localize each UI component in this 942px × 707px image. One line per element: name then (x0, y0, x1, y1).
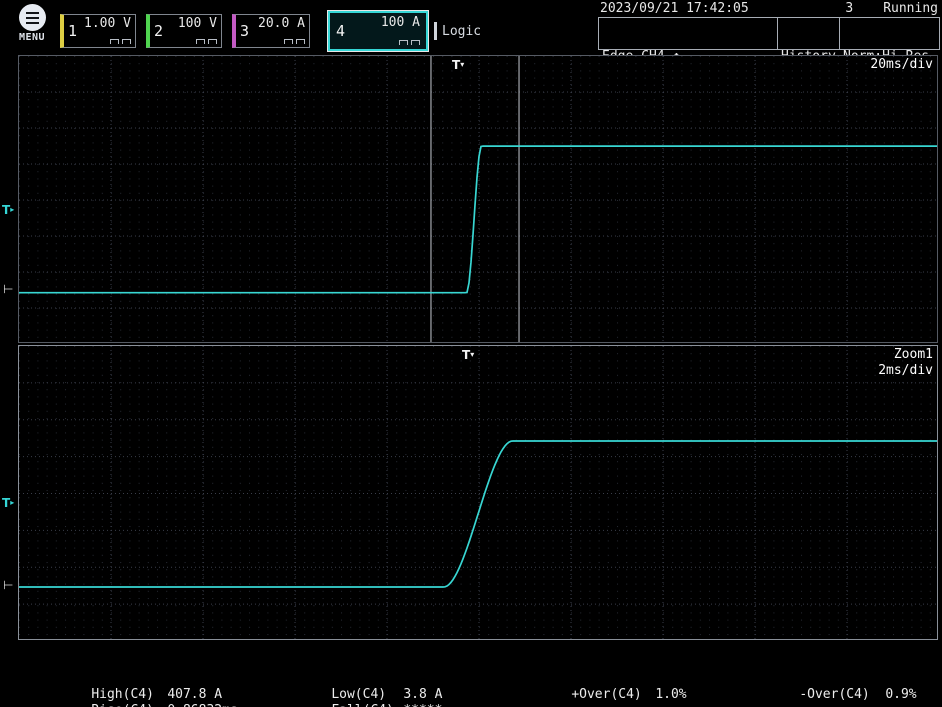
channel-2-number: 2 (154, 22, 163, 40)
zoom-trigger-level-marker[interactable]: T▸ (2, 494, 14, 510)
record-settings[interactable]: Norm:Hi-Res 12.5MS/s (839, 18, 939, 49)
channel-3-badge[interactable]: 3 20.0 A (232, 14, 310, 48)
main-ground-marker[interactable]: ⊥ (2, 284, 14, 294)
measurement-rise: Rise(C4)0.86832ms (60, 688, 238, 707)
zoom-title-label: Zoom1 (894, 347, 933, 362)
logic-label: Logic (442, 24, 481, 39)
channel-2-badge[interactable]: 2 100 V (146, 14, 222, 48)
coupling-icon (196, 39, 205, 44)
channel-4-number: 4 (336, 22, 345, 40)
measurement-value: 0.86832ms (167, 703, 237, 707)
acq-count: 3 (845, 1, 853, 16)
channel-3-number: 3 (240, 22, 249, 40)
channel-1-scale: 1.00 V (84, 16, 131, 31)
coupling-icon (208, 39, 217, 44)
channel-4-badge[interactable]: 4 100 A (328, 11, 428, 51)
zoom-waveform-svg (19, 346, 938, 640)
datetime: 2023/09/21 17:42:05 (600, 1, 749, 16)
channel-2-scale: 100 V (170, 16, 217, 31)
coupling-icon (284, 39, 293, 44)
measurement-label: +Over(C4) (571, 687, 655, 702)
coupling-icon (411, 40, 420, 45)
channel-3-scale: 20.0 A (256, 16, 305, 31)
main-trigger-position-marker[interactable]: T▾ (452, 56, 464, 72)
oscilloscope-screen: MENU 1 1.00 V 2 100 V 3 20.0 A 4 100 A L… (0, 0, 942, 707)
menu-button-label: MENU (12, 32, 52, 43)
zoom-waveform-window[interactable]: Zoom1 2ms/div (18, 345, 938, 640)
coupling-icon (296, 39, 305, 44)
channel-4-scale: 100 A (352, 15, 420, 30)
measurement-value: ***** (403, 703, 442, 707)
measurement-value: 0.9% (885, 687, 916, 702)
measurement-fall: Fall(C4)***** (300, 688, 442, 707)
channel-1-badge[interactable]: 1 1.00 V (60, 14, 136, 48)
measurement-label: -Over(C4) (799, 687, 885, 702)
measurement-label: Fall(C4) (331, 703, 403, 707)
logic-badge[interactable]: Logic (434, 19, 481, 43)
run-state: Running (883, 1, 938, 16)
coupling-icon (399, 40, 408, 45)
menu-button[interactable]: MENU (12, 4, 52, 43)
coupling-icon (110, 39, 119, 44)
measurement-label: Rise(C4) (91, 703, 167, 707)
channel-1-number: 1 (68, 22, 77, 40)
main-timebase-label: 20ms/div (870, 57, 933, 72)
acquisition-info-panel: 2023/09/21 17:42:05 3 Running Edge CH4 ↑… (598, 0, 940, 50)
measurement-nover: -Over(C4)0.9% (768, 672, 917, 707)
logic-color-bar (434, 22, 437, 40)
main-waveform-svg (19, 56, 938, 343)
measurement-value: 1.0% (655, 687, 686, 702)
history-settings[interactable]: History 10 (777, 18, 839, 49)
trigger-settings[interactable]: Edge CH4 ↑ Normal 213 A (599, 18, 777, 49)
main-trigger-level-marker[interactable]: T▸ (2, 201, 14, 217)
zoom-ground-marker[interactable]: ⊥ (2, 580, 14, 590)
coupling-icon (122, 39, 131, 44)
measurement-pover: +Over(C4)1.0% (540, 672, 687, 707)
main-waveform-window[interactable]: 20ms/div (18, 55, 938, 343)
hamburger-icon (19, 4, 46, 31)
zoom-trigger-position-marker[interactable]: T▾ (462, 346, 474, 362)
zoom-timebase-label: 2ms/div (878, 363, 933, 378)
